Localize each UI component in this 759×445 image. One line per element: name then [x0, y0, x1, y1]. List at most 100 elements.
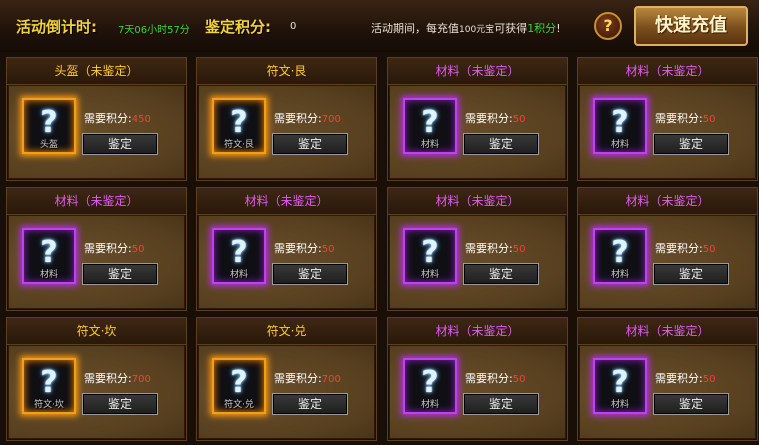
unidentified-item-slot[interactable]: ? 材料 [212, 228, 266, 284]
appraise-button[interactable]: 鉴定 [653, 263, 729, 285]
appraise-button[interactable]: 鉴定 [463, 263, 539, 285]
unidentified-item-slot[interactable]: ? 符文·坎 [22, 358, 76, 414]
unidentified-item-slot[interactable]: ? 材料 [593, 228, 647, 284]
item-card: 材料（未鉴定） ? 材料 需要积分:50 鉴定 [387, 57, 568, 181]
cost-value: 700 [321, 374, 341, 385]
cost-text: 需要积分:50 [655, 372, 716, 385]
unidentified-item-slot[interactable]: ? 符文·兑 [212, 358, 266, 414]
appraise-button[interactable]: 鉴定 [463, 133, 539, 155]
cost-text: 需要积分:50 [465, 242, 526, 255]
item-title: 符文·坎 [7, 318, 186, 345]
appraise-button[interactable]: 鉴定 [272, 263, 348, 285]
item-body: ? 材料 需要积分:50 鉴定 [390, 216, 565, 308]
item-card: 材料（未鉴定） ? 材料 需要积分:50 鉴定 [196, 187, 377, 311]
points-label: 鉴定积分: [205, 18, 271, 36]
item-grid: 头盔（未鉴定） ? 头盔 需要积分:450 鉴定 符文·艮 ? 符文·艮 需要积… [0, 52, 759, 445]
cost-value: 50 [512, 374, 526, 385]
item-caption: 符文·兑 [224, 400, 254, 410]
item-title: 材料（未鉴定） [578, 318, 757, 345]
appraise-button[interactable]: 鉴定 [82, 263, 158, 285]
cost-text: 需要积分:50 [274, 242, 335, 255]
cost-text: 需要积分:50 [655, 112, 716, 125]
cost-value: 50 [702, 244, 716, 255]
item-body: ? 头盔 需要积分:450 鉴定 [9, 86, 184, 178]
unidentified-item-slot[interactable]: ? 材料 [403, 228, 457, 284]
countdown-value: 7天06小时57分 [118, 25, 190, 36]
cost-text: 需要积分:700 [274, 372, 341, 385]
cost-value: 50 [512, 244, 526, 255]
item-title: 头盔（未鉴定） [7, 58, 186, 85]
item-caption: 材料 [610, 400, 629, 410]
cost-text: 需要积分:700 [84, 372, 151, 385]
top-bar: 活动倒计时: 7天06小时57分 鉴定积分: 0 活动期间，每充值100元宝可获… [0, 0, 759, 53]
cost-text: 需要积分:50 [84, 242, 145, 255]
cost-text: 需要积分:50 [465, 372, 526, 385]
item-body: ? 材料 需要积分:50 鉴定 [9, 216, 184, 308]
item-card: 符文·兑 ? 符文·兑 需要积分:700 鉴定 [196, 317, 377, 441]
unidentified-item-slot[interactable]: ? 材料 [22, 228, 76, 284]
item-caption: 材料 [610, 270, 629, 280]
appraise-button[interactable]: 鉴定 [272, 133, 348, 155]
item-title: 材料（未鉴定） [388, 58, 567, 85]
item-caption: 材料 [39, 270, 58, 280]
quick-recharge-button[interactable]: 快速充值 [634, 6, 748, 46]
appraise-button[interactable]: 鉴定 [272, 393, 348, 415]
appraise-button[interactable]: 鉴定 [82, 393, 158, 415]
appraise-button[interactable]: 鉴定 [82, 133, 158, 155]
item-title: 材料（未鉴定） [388, 188, 567, 215]
item-caption: 符文·艮 [224, 140, 254, 150]
item-title: 材料（未鉴定） [7, 188, 186, 215]
item-card: 材料（未鉴定） ? 材料 需要积分:50 鉴定 [387, 187, 568, 311]
cost-value: 700 [321, 114, 341, 125]
help-button[interactable]: ? [594, 12, 622, 40]
item-title: 材料（未鉴定） [578, 188, 757, 215]
cost-value: 50 [321, 244, 335, 255]
cost-value: 50 [512, 114, 526, 125]
unidentified-item-slot[interactable]: ? 符文·艮 [212, 98, 266, 154]
item-title: 材料（未鉴定） [578, 58, 757, 85]
item-title: 符文·艮 [197, 58, 376, 85]
unidentified-item-slot[interactable]: ? 材料 [593, 358, 647, 414]
appraise-button[interactable]: 鉴定 [653, 393, 729, 415]
item-card: 头盔（未鉴定） ? 头盔 需要积分:450 鉴定 [6, 57, 187, 181]
unidentified-item-slot[interactable]: ? 材料 [403, 358, 457, 414]
cost-value: 700 [131, 374, 151, 385]
cost-value: 50 [702, 374, 716, 385]
cost-text: 需要积分:50 [465, 112, 526, 125]
item-card: 材料（未鉴定） ? 材料 需要积分:50 鉴定 [577, 57, 758, 181]
item-body: ? 符文·坎 需要积分:700 鉴定 [9, 346, 184, 438]
appraise-button[interactable]: 鉴定 [653, 133, 729, 155]
item-body: ? 材料 需要积分:50 鉴定 [199, 216, 374, 308]
cost-value: 50 [702, 114, 716, 125]
item-card: 材料（未鉴定） ? 材料 需要积分:50 鉴定 [577, 317, 758, 441]
unidentified-item-slot[interactable]: ? 材料 [593, 98, 647, 154]
item-card: 符文·坎 ? 符文·坎 需要积分:700 鉴定 [6, 317, 187, 441]
item-caption: 头盔 [39, 140, 58, 150]
item-caption: 材料 [229, 270, 248, 280]
item-caption: 材料 [420, 400, 439, 410]
item-title: 材料（未鉴定） [197, 188, 376, 215]
event-notice: 活动期间，每充值100元宝可获得1积分! [371, 22, 561, 35]
item-caption: 材料 [420, 270, 439, 280]
item-body: ? 材料 需要积分:50 鉴定 [390, 346, 565, 438]
countdown-label: 活动倒计时: [16, 18, 97, 36]
item-title: 材料（未鉴定） [388, 318, 567, 345]
item-body: ? 材料 需要积分:50 鉴定 [580, 86, 755, 178]
cost-text: 需要积分:700 [274, 112, 341, 125]
cost-text: 需要积分:50 [655, 242, 716, 255]
unidentified-item-slot[interactable]: ? 材料 [403, 98, 457, 154]
cost-value: 450 [131, 114, 151, 125]
item-card: 材料（未鉴定） ? 材料 需要积分:50 鉴定 [6, 187, 187, 311]
item-card: 材料（未鉴定） ? 材料 需要积分:50 鉴定 [387, 317, 568, 441]
item-caption: 材料 [610, 140, 629, 150]
points-value: 0 [290, 21, 297, 32]
item-card: 符文·艮 ? 符文·艮 需要积分:700 鉴定 [196, 57, 377, 181]
item-body: ? 符文·艮 需要积分:700 鉴定 [199, 86, 374, 178]
item-caption: 符文·坎 [34, 400, 64, 410]
item-body: ? 材料 需要积分:50 鉴定 [580, 216, 755, 308]
item-body: ? 材料 需要积分:50 鉴定 [390, 86, 565, 178]
unidentified-item-slot[interactable]: ? 头盔 [22, 98, 76, 154]
appraise-button[interactable]: 鉴定 [463, 393, 539, 415]
item-caption: 材料 [420, 140, 439, 150]
item-body: ? 符文·兑 需要积分:700 鉴定 [199, 346, 374, 438]
